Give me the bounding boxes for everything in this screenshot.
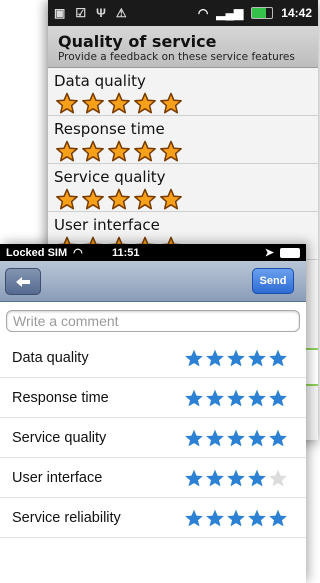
star-icon[interactable] xyxy=(54,188,80,210)
ios-rating-row: User interface xyxy=(0,458,306,498)
star-filled-icon[interactable] xyxy=(247,428,267,448)
star-filled-icon[interactable] xyxy=(268,348,288,368)
star-rating[interactable] xyxy=(184,428,288,448)
ios-rating-row: Data quality xyxy=(0,338,306,378)
rating-label: User interface xyxy=(54,216,160,234)
star-rating[interactable] xyxy=(184,388,288,408)
ios-rating-list: Data quality Response time Service quality… xyxy=(0,338,306,538)
star-filled-icon[interactable] xyxy=(226,388,246,408)
star-filled-icon[interactable] xyxy=(268,508,288,528)
star-rating[interactable] xyxy=(54,92,310,114)
checkbox-icon: ☑ xyxy=(75,6,87,20)
star-rating[interactable] xyxy=(54,140,310,162)
star-icon[interactable] xyxy=(158,140,184,162)
star-filled-icon[interactable] xyxy=(205,388,225,408)
star-icon[interactable] xyxy=(132,92,158,114)
star-filled-icon[interactable] xyxy=(247,388,267,408)
ios-rating-row: Service reliability xyxy=(0,498,306,538)
send-button[interactable]: Send xyxy=(252,268,294,294)
ios-nav-bar: Send xyxy=(0,261,306,302)
battery-icon xyxy=(251,7,274,19)
ios-rating-row: Response time xyxy=(0,378,306,418)
star-filled-icon[interactable] xyxy=(205,348,225,368)
star-icon[interactable] xyxy=(158,92,184,114)
carrier-label: Locked SIM xyxy=(6,246,68,259)
android-header: Quality of service Provide a feedback on… xyxy=(48,26,318,68)
star-filled-icon[interactable] xyxy=(184,388,204,408)
rating-label: User interface xyxy=(12,469,103,486)
star-filled-icon[interactable] xyxy=(247,348,267,368)
star-filled-icon[interactable] xyxy=(268,388,288,408)
battery-icon xyxy=(280,247,300,258)
rating-label: Data quality xyxy=(54,72,146,90)
page-subtitle: Provide a feedback on these service feat… xyxy=(58,51,295,63)
star-icon[interactable] xyxy=(132,188,158,210)
arrow-left-icon xyxy=(16,276,30,287)
warning-icon: ⚠ xyxy=(115,6,127,20)
star-icon[interactable] xyxy=(132,140,158,162)
comment-input[interactable]: Write a comment xyxy=(6,310,300,332)
rating-label: Service reliability xyxy=(12,509,121,526)
star-filled-icon[interactable] xyxy=(205,508,225,528)
ios-status-bar: Locked SIM ◠ 11:51 ➤ xyxy=(0,244,306,261)
android-rating-item: Service quality xyxy=(48,164,318,212)
signal-icon: ▂▄▆ xyxy=(216,6,244,20)
location-arrow-icon: ➤ xyxy=(264,247,274,259)
star-filled-icon[interactable] xyxy=(226,348,246,368)
rating-label: Service quality xyxy=(54,168,166,186)
star-filled-icon[interactable] xyxy=(226,508,246,528)
back-button[interactable] xyxy=(5,268,41,295)
star-filled-icon[interactable] xyxy=(268,428,288,448)
star-icon[interactable] xyxy=(80,92,106,114)
star-icon[interactable] xyxy=(54,92,80,114)
star-filled-icon[interactable] xyxy=(226,428,246,448)
star-filled-icon[interactable] xyxy=(226,468,246,488)
android-rating-item: Response time xyxy=(48,116,318,164)
star-rating[interactable] xyxy=(184,508,288,528)
usb-icon: Ψ xyxy=(96,6,106,20)
star-rating[interactable] xyxy=(184,468,288,488)
star-icon[interactable] xyxy=(106,92,132,114)
star-filled-icon[interactable] xyxy=(205,468,225,488)
android-status-bar: ▣ ☑ Ψ ⚠ ◠ ▂▄▆ 14:42 xyxy=(48,0,318,26)
star-rating[interactable] xyxy=(54,188,310,210)
android-rating-item: Data quality xyxy=(48,68,318,116)
star-filled-icon[interactable] xyxy=(247,508,267,528)
star-filled-icon[interactable] xyxy=(184,468,204,488)
star-icon[interactable] xyxy=(106,140,132,162)
android-rating-list: Data quality Response time Service quality… xyxy=(48,68,318,260)
ios-screen: Locked SIM ◠ 11:51 ➤ Send Write a commen… xyxy=(0,244,306,583)
star-icon[interactable] xyxy=(80,140,106,162)
rating-label: Data quality xyxy=(12,349,89,366)
star-rating[interactable] xyxy=(184,348,288,368)
wifi-icon: ◠ xyxy=(73,247,83,259)
gallery-icon: ▣ xyxy=(54,6,66,20)
star-filled-icon[interactable] xyxy=(247,468,267,488)
star-filled-icon[interactable] xyxy=(184,508,204,528)
star-filled-icon[interactable] xyxy=(184,348,204,368)
star-icon[interactable] xyxy=(54,140,80,162)
star-filled-icon[interactable] xyxy=(184,428,204,448)
star-icon[interactable] xyxy=(80,188,106,210)
star-icon[interactable] xyxy=(106,188,132,210)
star-empty-icon[interactable] xyxy=(268,468,288,488)
android-status-time: 14:42 xyxy=(281,6,312,20)
rating-label: Response time xyxy=(54,120,165,138)
ios-status-time: 11:51 xyxy=(112,246,140,259)
rating-label: Service quality xyxy=(12,429,107,446)
rating-label: Response time xyxy=(12,389,109,406)
wifi-icon: ◠ xyxy=(197,6,209,20)
ios-rating-row: Service quality xyxy=(0,418,306,458)
star-icon[interactable] xyxy=(158,188,184,210)
page-title: Quality of service xyxy=(58,32,217,51)
star-filled-icon[interactable] xyxy=(205,428,225,448)
